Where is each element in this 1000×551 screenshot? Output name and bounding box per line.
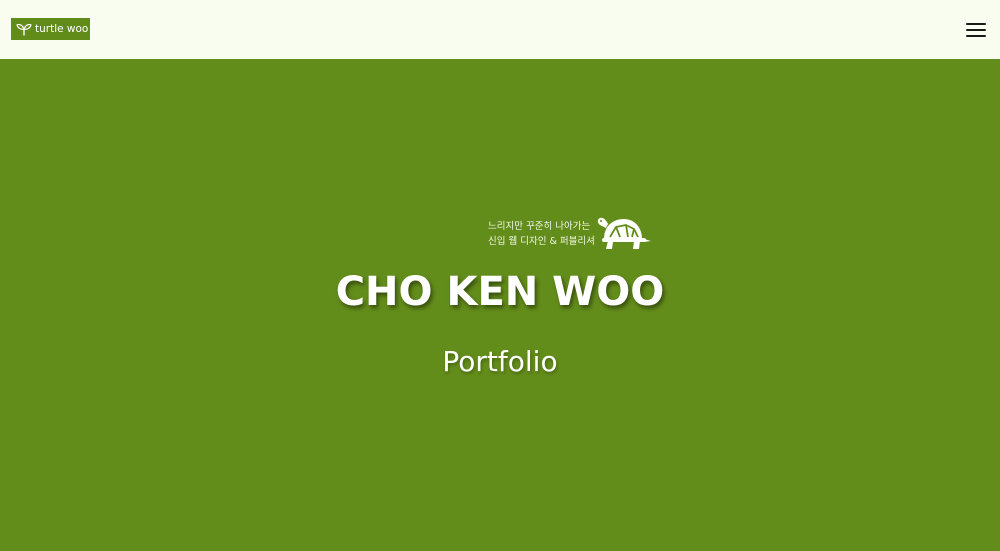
page: turtle woo 느리지만 꾸준히 나아가는 신입 웹 디자인 & 퍼블리셔	[0, 0, 1000, 551]
logo-text: turtle woo	[35, 23, 89, 35]
sprout-icon	[16, 22, 32, 36]
menu-bar	[966, 29, 986, 31]
tagline: 느리지만 꾸준히 나아가는 신입 웹 디자인 & 퍼블리셔	[488, 219, 598, 249]
site-header: turtle woo	[0, 0, 1000, 59]
page-title: CHO KEN WOO	[335, 269, 665, 315]
tagline-line-2: 신입 웹 디자인 & 퍼블리셔	[488, 236, 595, 247]
menu-bar	[966, 23, 986, 25]
hamburger-menu-icon[interactable]	[966, 21, 986, 37]
menu-bar	[966, 35, 986, 37]
page-subtitle: Portfolio	[442, 345, 558, 378]
logo-link[interactable]: turtle woo	[11, 18, 90, 40]
tagline-line-1: 느리지만 꾸준히 나아가는	[488, 221, 591, 232]
turtle-icon	[596, 215, 652, 251]
